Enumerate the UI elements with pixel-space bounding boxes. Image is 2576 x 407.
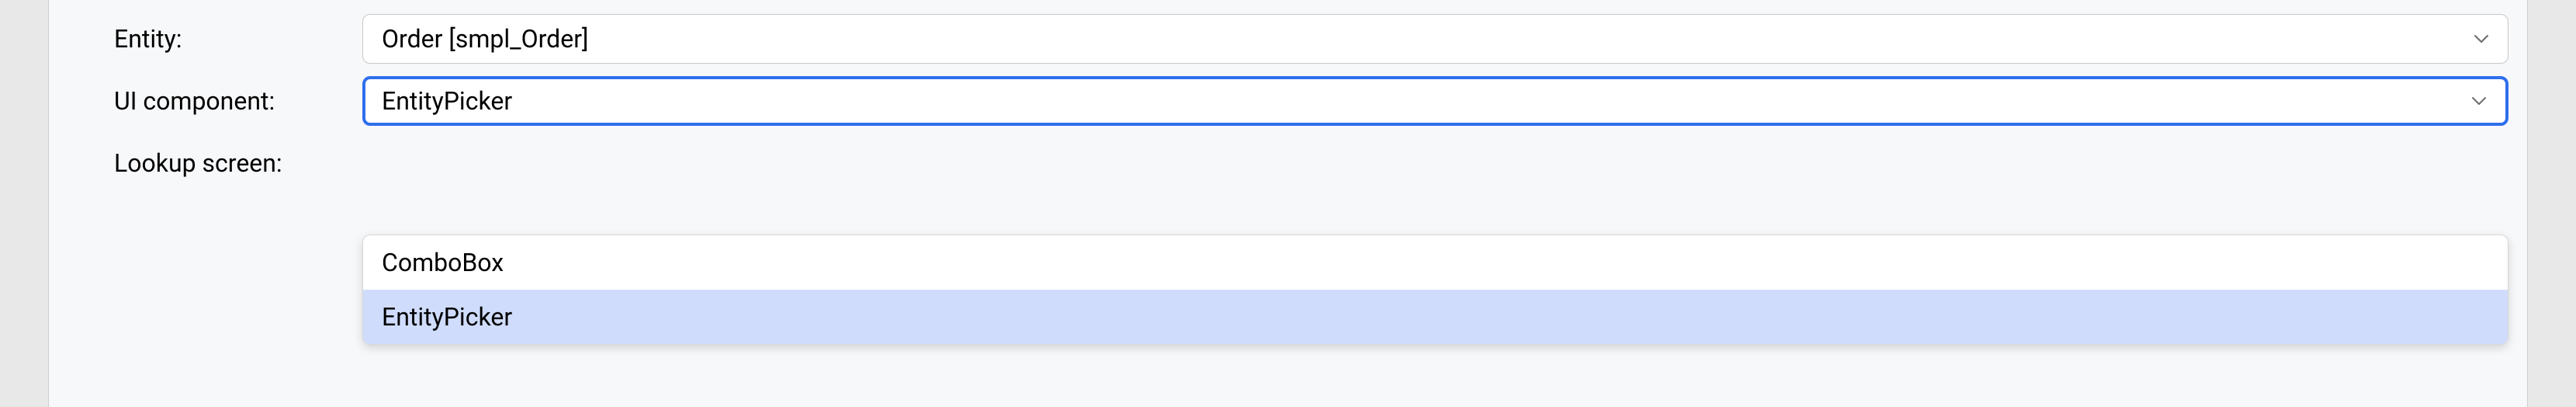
dropdown-item-combobox[interactable]: ComboBox bbox=[363, 235, 2508, 290]
ui-component-dropdown: ComboBox EntityPicker bbox=[362, 235, 2508, 345]
row-entity: Entity: Order [smpl_Order] bbox=[68, 0, 2508, 70]
row-ui-component: UI component: EntityPicker bbox=[68, 70, 2508, 132]
row-lookup-screen: Lookup screen: bbox=[68, 132, 2508, 194]
entity-select-value: Order [smpl_Order] bbox=[382, 24, 589, 54]
ui-component-select[interactable]: EntityPicker bbox=[362, 76, 2508, 126]
ui-component-select-value: EntityPicker bbox=[382, 86, 512, 116]
lookup-screen-label: Lookup screen: bbox=[68, 148, 362, 178]
ui-component-label: UI component: bbox=[68, 86, 362, 116]
entity-label: Entity: bbox=[68, 24, 362, 54]
form-panel: Entity: Order [smpl_Order] UI component:… bbox=[48, 0, 2528, 407]
dropdown-item-entitypicker[interactable]: EntityPicker bbox=[363, 290, 2508, 344]
entity-select[interactable]: Order [smpl_Order] bbox=[362, 14, 2508, 64]
chevron-down-icon bbox=[2471, 96, 2487, 106]
chevron-down-icon bbox=[2474, 33, 2489, 44]
